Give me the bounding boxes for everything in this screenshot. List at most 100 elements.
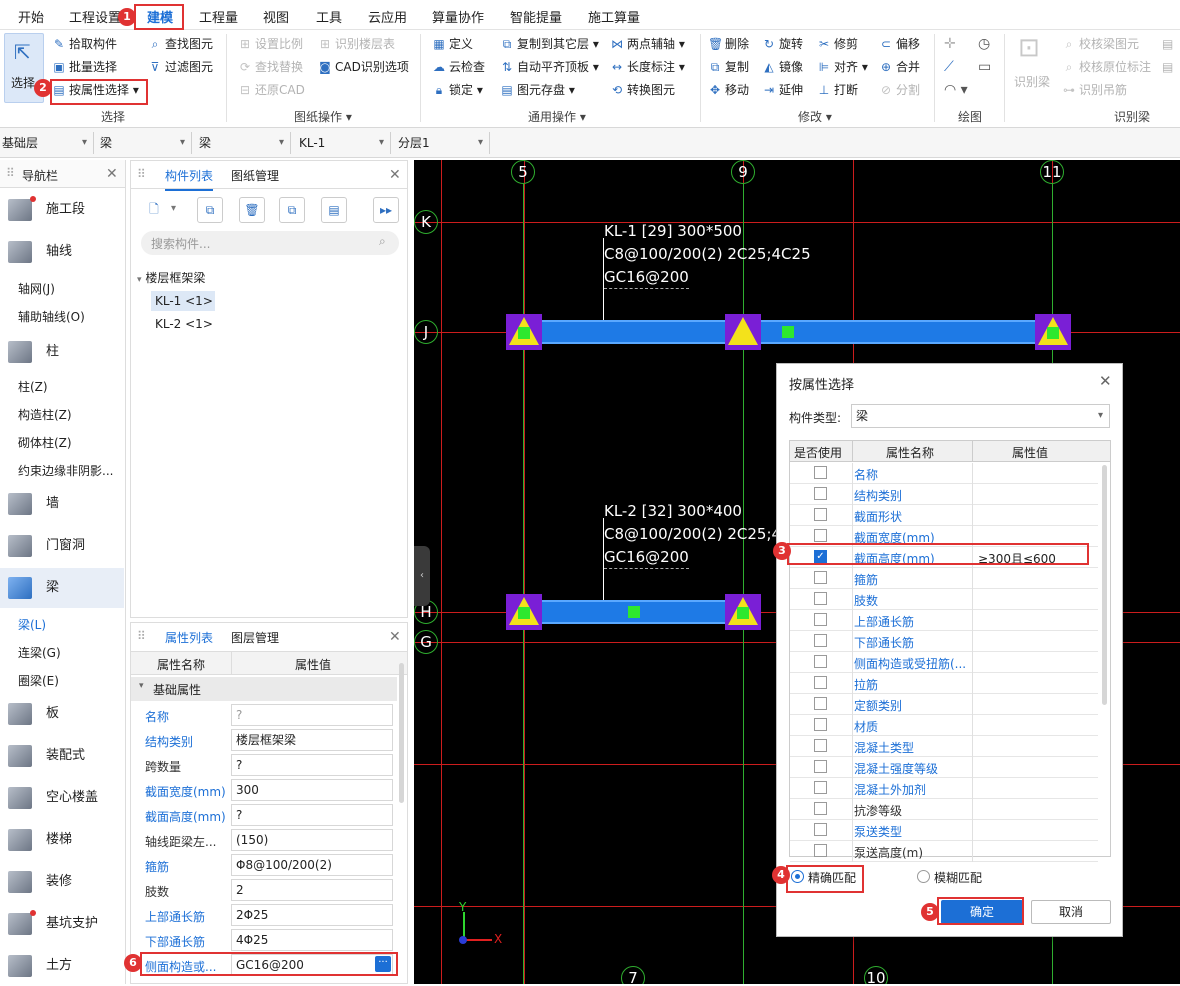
length-mark-button[interactable]: ↔ 长度标注 ▾: [610, 59, 685, 75]
column[interactable]: [725, 314, 761, 350]
attribute-row[interactable]: 截面宽度(mm): [790, 526, 1098, 547]
nav-cat-wall[interactable]: 墙: [0, 484, 124, 524]
use-checkbox[interactable]: [814, 676, 827, 689]
attr-row[interactable]: 轴线距梁左... (150): [143, 828, 395, 853]
attribute-value[interactable]: ≥300且≤600: [978, 550, 1056, 567]
more-icon[interactable]: ▤: [1162, 36, 1173, 52]
rotate-button[interactable]: ↻ 旋转: [762, 36, 803, 52]
recognize-beam-button[interactable]: ⊡ 识别梁: [1014, 33, 1054, 93]
attr-row[interactable]: 跨数量?: [143, 753, 395, 778]
nav-cat-beam[interactable]: 梁: [0, 568, 124, 608]
arc-draw-icon[interactable]: ◠ ▾: [944, 82, 968, 98]
attr-row[interactable]: 肢数 2: [143, 878, 395, 903]
define-button[interactable]: ▦ 定义: [432, 36, 473, 52]
attr-row[interactable]: 侧面构造或... GC16@200 ···: [143, 953, 395, 978]
tree-item-kl1[interactable]: KL-1 <1>: [151, 291, 215, 311]
trim-button[interactable]: ✂ 修剪: [817, 36, 858, 52]
axis-bubble-k[interactable]: K: [414, 210, 438, 234]
use-checkbox[interactable]: [814, 697, 827, 710]
nav-cat-construction-section[interactable]: 施工段: [0, 190, 124, 230]
nav-sub-edge[interactable]: 约束边缘非阴影...: [18, 462, 113, 479]
ok-button[interactable]: 确定: [941, 900, 1023, 924]
attr-row-value[interactable]: 300: [231, 779, 393, 801]
type-select[interactable]: 梁: [98, 132, 192, 154]
column[interactable]: [1035, 314, 1071, 350]
split-button[interactable]: ⊘ 分割: [879, 82, 920, 98]
drag-handle-icon[interactable]: ⠿: [137, 629, 146, 643]
use-checkbox[interactable]: [814, 823, 827, 836]
axis-bubble-g[interactable]: G: [414, 630, 438, 654]
point-draw-icon[interactable]: ✛: [944, 36, 956, 52]
restore-cad-button[interactable]: ⊟ 还原CAD: [238, 82, 305, 98]
floor-select[interactable]: 基础层: [0, 132, 94, 154]
nav-sub-column[interactable]: 柱(Z): [18, 378, 48, 395]
axis-bubble-9[interactable]: 9: [731, 160, 755, 184]
use-checkbox[interactable]: [814, 592, 827, 605]
move-button[interactable]: ✥ 移动: [708, 82, 749, 98]
nav-sub-ring-beam[interactable]: 圈梁(E): [18, 672, 59, 689]
attr-row[interactable]: 截面宽度(mm) 300: [143, 778, 395, 803]
menu-start[interactable]: 开始: [18, 7, 44, 26]
nav-cat-axis[interactable]: 轴线: [0, 232, 124, 272]
find-replace-button[interactable]: ⟳ 查找替换: [238, 59, 303, 75]
attribute-row[interactable]: 箍筋: [790, 568, 1098, 589]
use-checkbox[interactable]: [814, 739, 827, 752]
extend-button[interactable]: ⇥ 延伸: [762, 82, 803, 98]
axis-bubble-11[interactable]: 11: [1040, 160, 1064, 184]
offset-button[interactable]: ⊂ 偏移: [879, 36, 920, 52]
nav-cat-hollow-floor[interactable]: 空心楼盖: [0, 778, 124, 818]
cloud-check-button[interactable]: ☁ 云检查: [432, 59, 485, 75]
rotate-draw-icon[interactable]: ◷: [978, 36, 990, 52]
attr-row-value[interactable]: ?: [231, 754, 393, 776]
attribute-row[interactable]: 泵送高度(m): [790, 841, 1098, 862]
tab-attribute-list[interactable]: 属性列表: [165, 629, 214, 653]
check-origin-button[interactable]: ⌕ 校核原位标注: [1062, 59, 1151, 75]
use-checkbox[interactable]: [814, 781, 827, 794]
nav-sub-aux-axis[interactable]: 辅助轴线(O): [18, 308, 85, 325]
axis-bubble-10[interactable]: 10: [864, 966, 888, 984]
save-component-button[interactable]: ▤: [321, 197, 347, 223]
axis-bubble-5[interactable]: 5: [511, 160, 535, 184]
cad-options-button[interactable]: ◙ CAD识别选项: [318, 59, 409, 75]
column[interactable]: [725, 594, 761, 630]
recognize-hanger-button[interactable]: ⊶ 识别吊筋: [1062, 82, 1127, 98]
column[interactable]: [506, 594, 542, 630]
batch-select-button[interactable]: ▣ 批量选择: [52, 59, 117, 75]
use-checkbox[interactable]: [814, 487, 827, 500]
menu-quantity[interactable]: 工程量: [199, 7, 238, 26]
use-checkbox[interactable]: [814, 718, 827, 731]
nav-sub-struct-column[interactable]: 构造柱(Z): [18, 406, 72, 423]
use-checkbox[interactable]: [814, 844, 827, 857]
column[interactable]: [506, 314, 542, 350]
merge-button[interactable]: ⊕ 合并: [879, 59, 920, 75]
attribute-row[interactable]: 混凝土外加剂: [790, 778, 1098, 799]
attr-row-value[interactable]: ?: [231, 804, 393, 826]
attr-row-value[interactable]: 楼层框架梁: [231, 729, 393, 751]
attribute-row[interactable]: 结构类别: [790, 484, 1098, 505]
attribute-row[interactable]: 混凝土强度等级: [790, 757, 1098, 778]
use-checkbox[interactable]: [814, 655, 827, 668]
filter-element-button[interactable]: ⊽ 过滤图元: [148, 59, 213, 75]
nav-cat-decoration[interactable]: 装修: [0, 862, 124, 902]
attr-section-basic[interactable]: ▾ 基础属性: [131, 677, 397, 701]
menu-view[interactable]: 视图: [263, 7, 289, 26]
attribute-row[interactable]: 拉筋: [790, 673, 1098, 694]
nav-sub-link-beam[interactable]: 连梁(G): [18, 644, 61, 661]
attr-row-value[interactable]: GC16@200: [231, 954, 393, 976]
tab-drawing-management[interactable]: 图纸管理: [231, 167, 279, 184]
close-icon[interactable]: ✕: [1099, 372, 1112, 390]
use-checkbox[interactable]: [814, 760, 827, 773]
attr-row-value[interactable]: 2: [231, 879, 393, 901]
attr-row-value[interactable]: ?: [231, 704, 393, 726]
expand-button[interactable]: ▸▸: [373, 197, 399, 223]
rect-draw-icon[interactable]: ▭: [978, 59, 991, 75]
search-box[interactable]: 搜索构件... ⌕: [141, 231, 399, 255]
close-icon[interactable]: ✕: [389, 167, 401, 183]
nav-cat-pit-support[interactable]: 基坑支护: [0, 904, 124, 944]
element-save-button[interactable]: ▤ 图元存盘 ▾: [500, 82, 575, 98]
two-point-axis-button[interactable]: ⋈ 两点辅轴 ▾: [610, 36, 685, 52]
attribute-row[interactable]: 名称: [790, 463, 1098, 484]
find-element-button[interactable]: ⌕ 查找图元: [148, 36, 213, 52]
attribute-row[interactable]: 截面形状: [790, 505, 1098, 526]
set-scale-button[interactable]: ⊞ 设置比例: [238, 36, 303, 52]
